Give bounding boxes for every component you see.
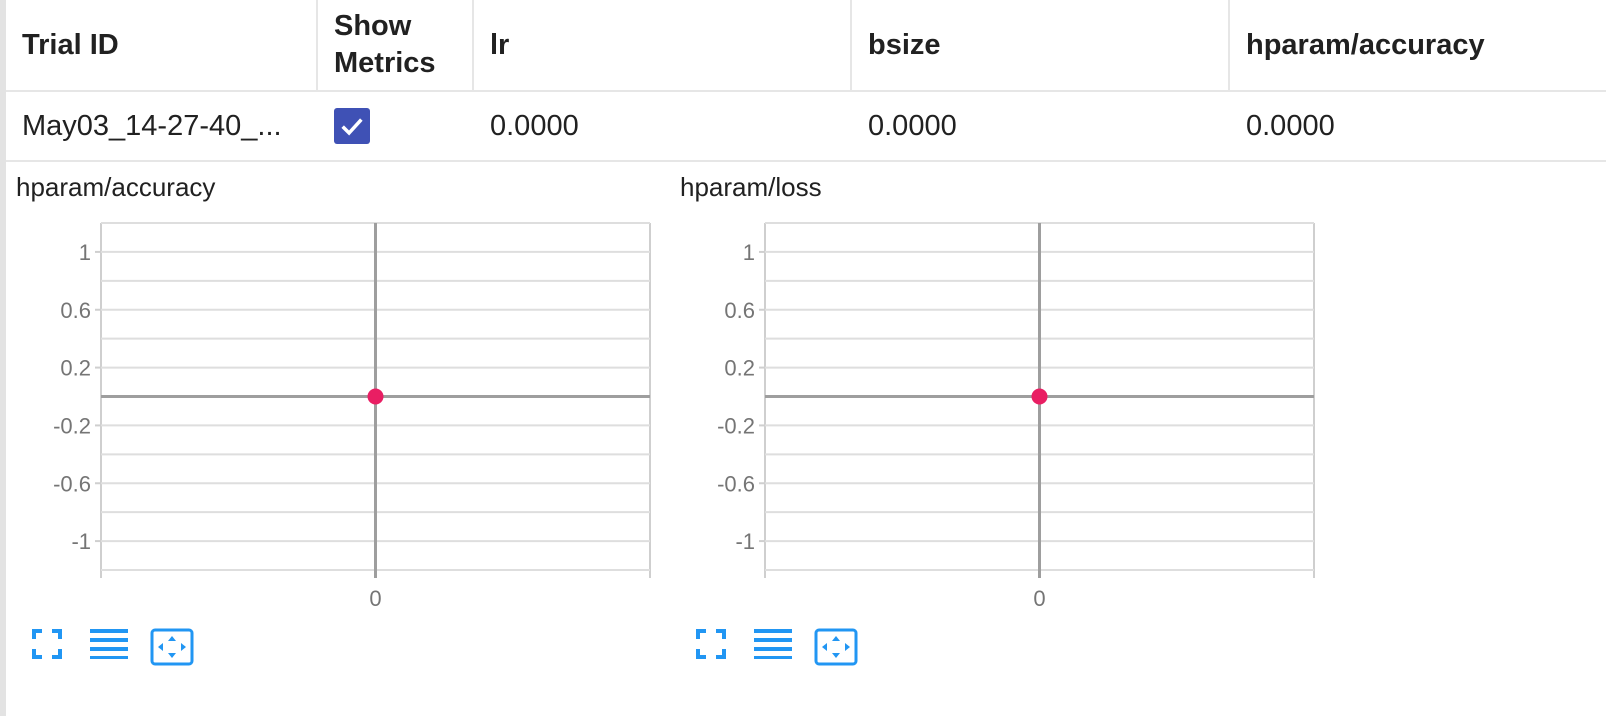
toggle-log-icon[interactable] [90,628,128,660]
show-metrics-checkbox[interactable] [334,108,370,144]
x-tick-label: 0 [1033,586,1045,611]
header-show-metrics[interactable]: Show Metrics [318,0,474,90]
header-bsize[interactable]: bsize [852,0,1230,90]
y-tick-label: -0.6 [717,471,755,496]
data-point [367,388,384,405]
cell-trial-id: May03_14-27-40_... [22,109,282,142]
y-tick-label: -0.6 [53,471,91,496]
chart-title: hparam/accuracy [16,172,216,202]
cell-lr: 0.0000 [490,109,579,142]
table-header: Trial ID Show Metrics lr bsize hparam/acc… [6,0,1606,92]
y-tick-label: 0.2 [724,356,755,381]
data-point [1031,388,1048,405]
header-trial-id[interactable]: Trial ID [6,0,318,90]
fit-domain-icon[interactable] [150,628,194,666]
y-tick-label: 0.6 [60,298,91,323]
trials-table: Trial ID Show Metrics lr bsize hparam/acc… [6,0,1606,162]
check-icon [341,118,363,136]
y-tick-label: 1 [743,240,755,265]
chart-title: hparam/loss [680,172,822,202]
x-tick-label: 0 [369,586,381,611]
header-accuracy[interactable]: hparam/accuracy [1230,0,1606,90]
cell-bsize: 0.0000 [868,109,957,142]
fit-domain-icon[interactable] [814,628,858,666]
fullscreen-icon[interactable] [696,628,726,660]
y-tick-label: -1 [71,529,91,554]
y-tick-label: -0.2 [717,413,755,438]
cell-accuracy: 0.0000 [1246,109,1335,142]
cell-show-metrics [318,92,474,160]
table-row: May03_14-27-40_... 0.0000 0.0000 0.0000 [6,92,1606,162]
y-tick-label: 1 [79,240,91,265]
y-tick-label: 0.2 [60,356,91,381]
y-tick-label: -1 [735,529,755,554]
fullscreen-icon[interactable] [32,628,62,660]
y-tick-label: 0.6 [724,298,755,323]
header-lr[interactable]: lr [474,0,852,90]
toggle-log-icon[interactable] [754,628,792,660]
y-tick-label: -0.2 [53,413,91,438]
accuracy-scatter-plot[interactable]: 1 0.6 0.2 -0.2 -0.6 -1 0 [10,215,680,620]
loss-scatter-plot[interactable]: 1 0.6 0.2 -0.2 -0.6 -1 0 [674,215,1344,620]
